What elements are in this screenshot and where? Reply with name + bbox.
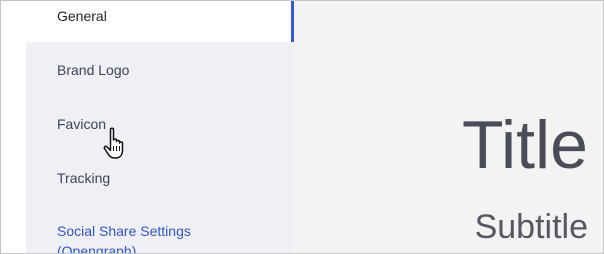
sidebar-item-label: Brand Logo bbox=[57, 62, 130, 78]
sidebar-item-label: Favicon bbox=[57, 116, 107, 132]
preview-subtitle: Subtitle bbox=[474, 208, 588, 246]
preview-title: Title bbox=[462, 107, 588, 183]
sidebar-item-tracking[interactable]: Tracking bbox=[26, 164, 294, 192]
preview-panel: Title Subtitle bbox=[294, 1, 603, 253]
sidebar-item-label: General bbox=[57, 8, 107, 24]
settings-window: General Brand Logo Favicon Tracking Soci… bbox=[0, 0, 604, 254]
sidebar-item-label-line-1: Social Share Settings bbox=[57, 223, 191, 239]
sidebar-item-favicon[interactable]: Favicon bbox=[26, 110, 294, 138]
sidebar-item-label-line-2: (Opengraph) bbox=[57, 243, 137, 253]
settings-sidebar: General Brand Logo Favicon Tracking Soci… bbox=[26, 1, 294, 253]
left-gutter bbox=[1, 1, 26, 253]
sidebar-item-brand-logo[interactable]: Brand Logo bbox=[26, 56, 294, 84]
sidebar-item-social-share-settings[interactable]: Social Share Settings (Opengraph) bbox=[26, 221, 294, 253]
sidebar-item-general[interactable]: General bbox=[26, 1, 294, 42]
sidebar-item-label: Tracking bbox=[57, 170, 111, 186]
